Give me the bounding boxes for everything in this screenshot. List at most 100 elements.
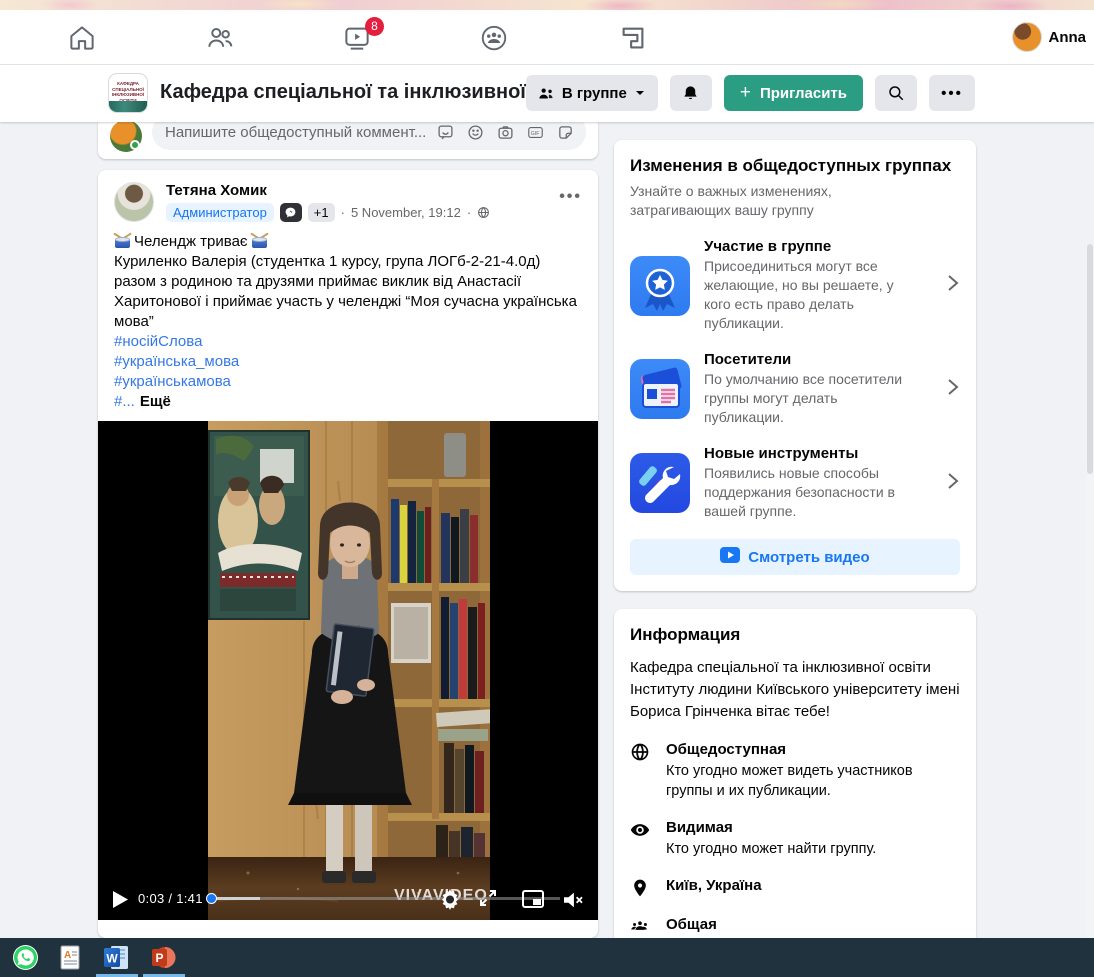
user-avatar xyxy=(1012,22,1042,52)
changes-item-title: Посетители xyxy=(704,351,932,368)
chevron-down-icon xyxy=(634,87,646,99)
gif-icon[interactable]: GIF xyxy=(527,124,544,141)
watch-video-button[interactable]: Смотреть видео xyxy=(630,539,960,575)
extra-badge: +1 xyxy=(308,203,335,222)
search-button[interactable] xyxy=(875,75,917,111)
admin-badge: Администратор xyxy=(166,203,274,222)
hashtag-link[interactable]: #українськамова xyxy=(114,372,582,392)
sticker-icon[interactable] xyxy=(557,124,574,141)
emoji-icon[interactable] xyxy=(467,124,484,141)
info-item-public: Общедоступная Кто угодно может видеть уч… xyxy=(630,741,960,801)
changes-item-visitors[interactable]: Посетители По умолчанию все посетители г… xyxy=(630,351,960,427)
search-icon xyxy=(887,84,905,102)
video-settings-icon[interactable] xyxy=(438,887,462,911)
post-card: Тетяна Хомик Администратор +1 · 5 Novemb… xyxy=(98,170,598,938)
info-title: Информация xyxy=(630,625,960,645)
notifications-button[interactable] xyxy=(670,75,712,111)
people-icon xyxy=(630,916,652,937)
wordpad-icon[interactable]: A xyxy=(57,944,84,971)
drum-emoji xyxy=(114,235,131,249)
joined-button[interactable]: В группе xyxy=(526,75,658,111)
post-meta: Администратор +1 · 5 November, 19:12 · xyxy=(166,203,582,222)
groups-icon[interactable] xyxy=(479,23,509,53)
info-item-title: Київ, Україна xyxy=(666,877,762,894)
word-icon[interactable]: W xyxy=(103,944,130,971)
scrollbar[interactable] xyxy=(1086,244,1094,977)
camera-icon[interactable] xyxy=(497,124,514,141)
group-changes-card: Изменения в общедоступных группах Узнайт… xyxy=(614,140,976,591)
changes-item-desc: Присоединиться могут все желающие, но вы… xyxy=(704,257,914,333)
changes-subtitle: Узнайте о важных изменениях, затрагивающ… xyxy=(630,182,910,220)
comment-input[interactable]: Напишите общедоступный коммент... GIF xyxy=(152,122,586,150)
video-play-icon xyxy=(720,547,740,567)
more-options-button[interactable]: ••• xyxy=(929,75,975,111)
hashtag-link[interactable]: #українська_мова xyxy=(114,352,582,372)
home-icon[interactable] xyxy=(67,23,97,53)
chevron-right-icon xyxy=(946,274,960,297)
bell-icon xyxy=(681,84,700,103)
changes-item-tools[interactable]: Новые инструменты Появились новые способ… xyxy=(630,445,960,521)
changes-item-desc: Появились новые способы поддержания безо… xyxy=(704,464,914,521)
scrollbar-thumb[interactable] xyxy=(1087,244,1093,474)
info-item-general: Общая xyxy=(630,916,960,937)
eye-icon xyxy=(630,819,652,859)
svg-text:GIF: GIF xyxy=(531,130,541,136)
visitor-cards-icon xyxy=(630,359,690,419)
post-body: Куриленко Валерія (студентка 1 курсу, гр… xyxy=(114,252,582,332)
invite-button[interactable]: + Пригласить xyxy=(724,75,863,111)
changes-item-title: Участие в группе xyxy=(704,238,932,255)
meta-dot2: · xyxy=(467,205,471,220)
community-badge-icon xyxy=(280,203,302,222)
group-avatar-photo-strip xyxy=(109,101,147,112)
see-more-link[interactable]: Ещё xyxy=(140,392,171,412)
meta-dot: · xyxy=(341,205,345,220)
post-timestamp[interactable]: 5 November, 19:12 xyxy=(351,205,461,220)
changes-item-desc: По умолчанию все посетители группы могут… xyxy=(704,370,914,427)
svg-text:P: P xyxy=(156,951,164,965)
friends-icon[interactable] xyxy=(205,23,235,53)
info-item-desc: Кто угодно может найти группу. xyxy=(666,839,876,859)
account-chip[interactable]: Anna xyxy=(1012,22,1087,52)
hashtag-link[interactable]: #носійСлова xyxy=(114,332,582,352)
svg-text:A: A xyxy=(64,950,71,961)
video-progress-thumb[interactable] xyxy=(206,893,217,904)
post-author-name[interactable]: Тетяна Хомик xyxy=(166,182,582,199)
post-header: Тетяна Хомик Администратор +1 · 5 Novemb… xyxy=(98,170,598,222)
watch-notification-badge: 8 xyxy=(365,17,384,36)
gaming-icon[interactable] xyxy=(618,23,648,53)
chevron-right-icon xyxy=(946,378,960,401)
svg-text:W: W xyxy=(106,952,118,966)
globe-icon xyxy=(630,741,652,801)
info-item-location: Київ, Україна xyxy=(630,877,960,898)
desktop-wallpaper-strip xyxy=(0,0,1094,10)
group-avatar[interactable]: КАФЕДРА СПЕЦІАЛЬНОЇ ІНКЛЮЗИВНОЇ ОСВІТИ xyxy=(108,73,148,113)
powerpoint-icon[interactable]: P xyxy=(150,944,177,971)
more-icon: ••• xyxy=(941,85,963,102)
changes-title: Изменения в общедоступных группах xyxy=(630,156,960,176)
play-button[interactable] xyxy=(113,891,128,908)
location-pin-icon xyxy=(630,877,652,898)
facebook-group-page: 8 Anna КАФЕДРА СПЕЦІАЛЬНОЇ ІНКЛЮЗИВНОЇ О… xyxy=(0,0,1094,977)
video-frame xyxy=(208,421,490,920)
whatsapp-icon[interactable] xyxy=(12,944,39,971)
taskbar: A W P xyxy=(0,938,1094,977)
watch-video-label: Смотреть видео xyxy=(748,549,869,566)
picture-in-picture-icon[interactable] xyxy=(522,890,544,908)
video-progress-bar[interactable] xyxy=(208,897,560,900)
avatar-sticker-icon[interactable] xyxy=(437,124,454,141)
post-menu-button[interactable]: ••• xyxy=(559,188,582,206)
watch-icon[interactable]: 8 xyxy=(342,23,372,53)
changes-item-participation[interactable]: Участие в группе Присоединиться могут вс… xyxy=(630,238,960,333)
page-content: Напишите общедоступный коммент... GIF Те… xyxy=(0,122,1094,938)
post-text: Челендж триває Куриленко Валерія (студен… xyxy=(98,222,598,412)
post-author-avatar[interactable] xyxy=(114,182,154,222)
post-line1: Челендж триває xyxy=(134,232,248,252)
top-navigation-bar: 8 Anna xyxy=(0,10,1094,65)
video-player[interactable]: 0:03 / 1:41 VIVAVIDEO xyxy=(98,421,598,920)
group-avatar-text1: КАФЕДРА СПЕЦІАЛЬНОЇ xyxy=(112,81,144,92)
fullscreen-icon[interactable] xyxy=(480,890,496,906)
changes-item-title: Новые инструменты xyxy=(704,445,932,462)
plus-icon: + xyxy=(740,82,751,104)
mute-icon[interactable] xyxy=(562,891,584,909)
membership-badge-icon xyxy=(630,256,690,316)
